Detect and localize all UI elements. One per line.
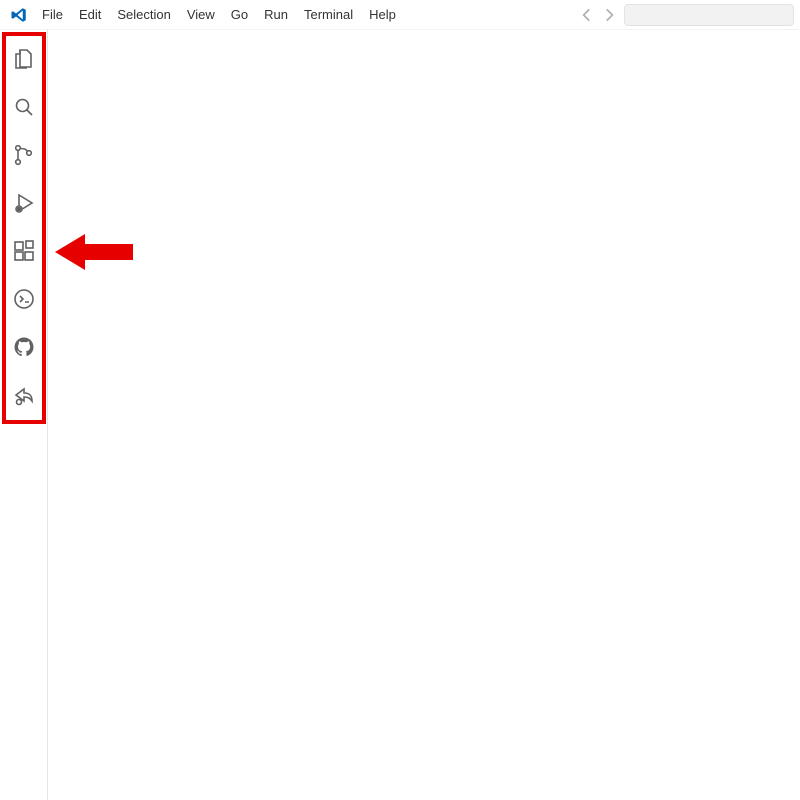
- menu-items: File Edit Selection View Go Run Terminal…: [34, 3, 404, 26]
- activity-run-debug[interactable]: [0, 180, 48, 228]
- titlebar-right: [578, 4, 794, 26]
- nav-arrows: [578, 6, 618, 24]
- menu-bar: File Edit Selection View Go Run Terminal…: [0, 0, 800, 30]
- editor-area: [48, 30, 800, 800]
- remote-icon: [12, 287, 36, 314]
- activity-github[interactable]: [0, 324, 48, 372]
- source-control-icon: [12, 143, 36, 170]
- main-area: [0, 30, 800, 800]
- nav-back-icon[interactable]: [578, 6, 596, 24]
- search-icon: [12, 95, 36, 122]
- menu-terminal[interactable]: Terminal: [296, 3, 361, 26]
- activity-live-share[interactable]: [0, 372, 48, 420]
- app-logo-icon: [10, 6, 28, 24]
- activity-explorer[interactable]: [0, 36, 48, 84]
- menu-edit[interactable]: Edit: [71, 3, 109, 26]
- menu-view[interactable]: View: [179, 3, 223, 26]
- files-icon: [12, 47, 36, 74]
- activity-bar: [0, 30, 48, 800]
- menu-file[interactable]: File: [34, 3, 71, 26]
- menu-go[interactable]: Go: [223, 3, 256, 26]
- command-center-search[interactable]: [624, 4, 794, 26]
- nav-forward-icon[interactable]: [600, 6, 618, 24]
- debug-icon: [12, 191, 36, 218]
- live-share-icon: [12, 383, 36, 410]
- activity-remote-explorer[interactable]: [0, 276, 48, 324]
- menu-help[interactable]: Help: [361, 3, 404, 26]
- activity-extensions[interactable]: [0, 228, 48, 276]
- activity-source-control[interactable]: [0, 132, 48, 180]
- activity-search[interactable]: [0, 84, 48, 132]
- github-icon: [12, 335, 36, 362]
- menu-selection[interactable]: Selection: [109, 3, 178, 26]
- extensions-icon: [12, 239, 36, 266]
- menu-run[interactable]: Run: [256, 3, 296, 26]
